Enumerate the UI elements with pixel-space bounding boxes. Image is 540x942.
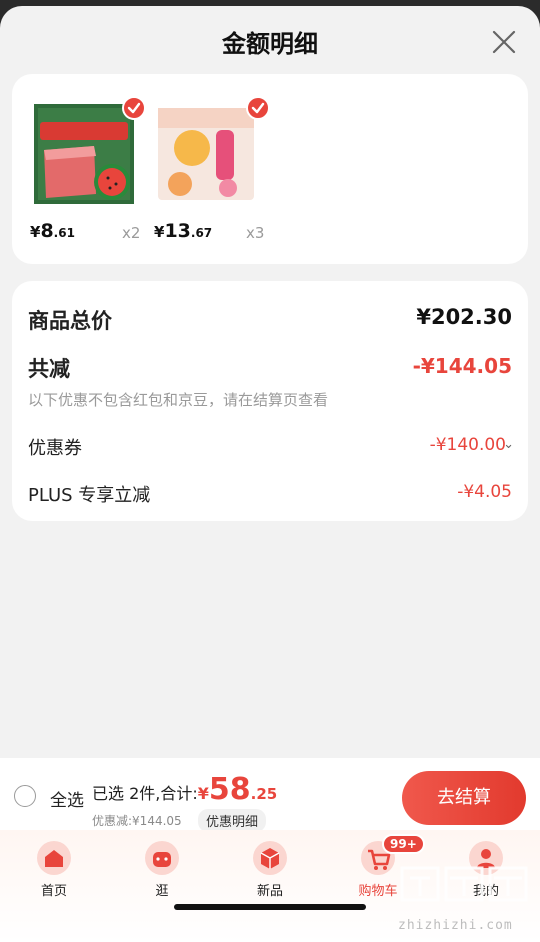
total-price-value: ¥202.30 [416, 305, 512, 329]
product-quantity: x2 [122, 224, 141, 242]
new-products-icon [253, 841, 287, 875]
selected-check-icon[interactable] [122, 96, 146, 120]
total-reduction-value: -¥144.05 [412, 354, 512, 378]
home-icon [37, 841, 71, 875]
sum-decimal: .25 [250, 785, 278, 803]
product-price: ¥13.67 [154, 220, 212, 242]
yogurt-popsicle-image [158, 108, 254, 200]
close-button[interactable] [488, 26, 520, 58]
tab-browse[interactable]: 逛 [122, 840, 202, 899]
tab-new-products[interactable]: 新品 [230, 840, 310, 899]
close-icon [492, 30, 516, 54]
sheet-header: 金额明细 [0, 6, 540, 76]
coupon-label: 优惠券 [28, 438, 82, 459]
amount-detail-sheet: 金额明细 ¥8.61 x2 ¥13.67 x3 商品总价 ¥202.30 共减 … [0, 6, 540, 942]
tab-label: 首页 [40, 884, 67, 899]
price-integer: 8 [40, 220, 54, 242]
browse-icon [145, 841, 179, 875]
product-price: ¥8.61 [30, 220, 75, 242]
watermark-text: zhizhizhi.com [398, 918, 513, 933]
tab-label: 逛 [155, 884, 169, 899]
checkout-button[interactable]: 去结算 [402, 771, 526, 825]
select-all-label[interactable]: 全选 [50, 786, 84, 811]
reduction-note: 以下优惠不包含红包和京豆，请在结算页查看 [28, 391, 329, 409]
coupon-value[interactable]: -¥140.00 [430, 435, 506, 455]
total-reduction-label: 共减 [28, 357, 70, 381]
discount-amount-text: 优惠减:¥144.05 [92, 814, 182, 828]
price-symbol: ¥ [30, 223, 41, 241]
sheet-title: 金额明细 [222, 30, 318, 58]
tab-home[interactable]: 首页 [14, 840, 94, 899]
home-indicator [174, 904, 366, 910]
price-decimal: .67 [190, 226, 213, 240]
tab-label: 新品 [256, 884, 283, 899]
price-integer: 13 [164, 220, 191, 242]
product-quantity: x3 [246, 224, 265, 242]
watermark-logo [400, 866, 528, 902]
selected-check-icon[interactable] [246, 96, 270, 120]
price-summary-card: 商品总价 ¥202.30 共减 -¥144.05 以下优惠不包含红包和京豆，请在… [12, 281, 528, 521]
cart-count-badge: 99+ [382, 834, 425, 854]
total-price-label: 商品总价 [28, 309, 112, 333]
selected-summary: 已选 2件,合计:¥58.25 [92, 772, 277, 807]
product-item[interactable]: ¥8.61 x2 [24, 96, 149, 246]
selected-count-text: 已选 2件,合计: [92, 784, 198, 803]
selected-products-card: ¥8.61 x2 ¥13.67 x3 [12, 74, 528, 264]
plus-discount-value: -¥4.05 [457, 482, 512, 502]
product-item[interactable]: ¥13.67 x3 [148, 96, 273, 246]
checkout-bar: 全选 已选 2件,合计:¥58.25 优惠减:¥144.05 优惠明细 去结算 [0, 758, 540, 832]
watermelon-popsicle-image [34, 104, 134, 204]
sum-symbol: ¥ [197, 784, 209, 803]
price-decimal: .61 [53, 226, 75, 240]
plus-discount-label: PLUS 专享立减 [28, 485, 151, 506]
select-all-radio[interactable] [14, 785, 36, 807]
chevron-down-icon[interactable]: ⌄ [503, 437, 514, 452]
discount-detail-link[interactable]: 优惠明细 [198, 809, 267, 832]
price-symbol: ¥ [154, 223, 165, 241]
sum-integer: 58 [208, 772, 251, 807]
